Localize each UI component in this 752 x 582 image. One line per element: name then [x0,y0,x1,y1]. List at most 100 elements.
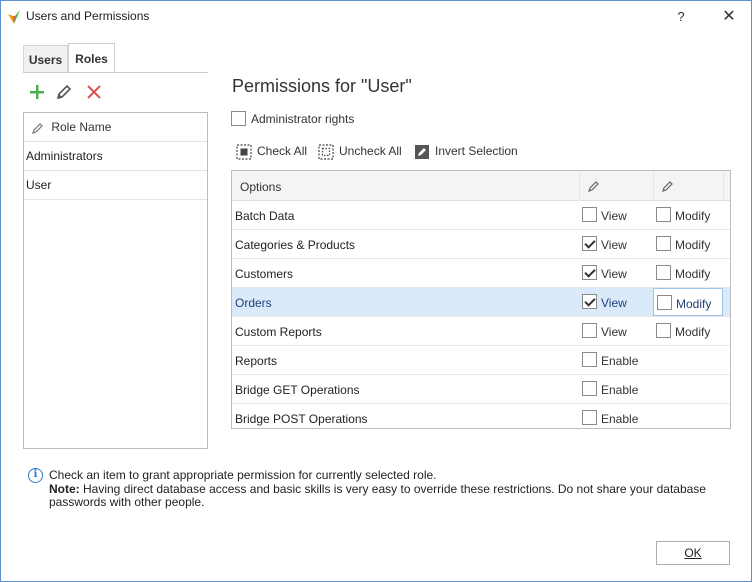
view-permission-checkbox[interactable] [582,236,597,251]
modify-permission-checkbox[interactable] [656,207,671,222]
ok-button[interactable]: OK [656,541,730,565]
role-name-header: Role Name [51,120,112,134]
edit-role-button[interactable] [53,81,75,103]
view-permission-checkbox[interactable] [582,352,597,367]
permission-row[interactable]: Customers View Modify [232,259,730,288]
invert-selection-icon [415,144,429,159]
permission-label: Reports [235,354,278,368]
view-permission-label: View [601,209,627,223]
view-permission-cell: Enable [579,375,653,403]
app-logo-icon [7,9,21,25]
modify-permission-cell: Modify [653,259,723,287]
view-permission-checkbox[interactable] [582,207,597,222]
view-permission-checkbox[interactable] [582,294,597,309]
close-button[interactable]: ✕ [718,7,740,27]
dialog-window: Users and Permissions ? ✕ Users Roles Ro… [0,0,752,582]
modify-permission-cell: Modify [653,230,723,258]
invert-selection-label: Invert Selection [435,144,518,158]
info-icon: i [28,468,43,483]
permission-row[interactable]: Batch Data View Modify [232,201,730,230]
pencil-icon [32,122,43,134]
permission-label: Orders [235,296,272,310]
pencil-icon [588,180,600,195]
tab-roles[interactable]: Roles [68,43,115,73]
permission-label: Batch Data [235,209,295,223]
tab-users[interactable]: Users [23,45,68,73]
view-permission-label: Enable [601,412,639,426]
modify-permission-label: Modify [676,297,712,311]
permission-row[interactable]: Custom Reports View Modify [232,317,730,346]
view-permission-cell: Enable [579,346,653,374]
uncheck-all-label: Uncheck All [339,144,402,158]
column-divider [723,171,724,201]
check-all-label: Check All [257,144,308,158]
role-list-header: Role Name [24,113,207,142]
note-text: Having direct database access and basic … [49,482,706,509]
add-role-button[interactable] [26,81,48,103]
admin-rights-checkbox[interactable] [231,111,246,126]
close-icon [87,85,101,99]
view-permission-label: View [601,325,627,339]
uncheck-all-button[interactable]: Uncheck All [318,141,402,161]
modify-permission-label: Modify [675,238,711,252]
window-title: Users and Permissions [26,9,150,23]
permission-row[interactable]: Bridge POST Operations Enable [232,404,730,428]
plus-icon [30,85,44,99]
modify-permission-label: Modify [675,209,711,223]
modify-permission-cell: Modify [653,201,723,229]
column-divider [653,171,654,201]
modify-permission-cell: Modify [653,317,723,345]
permission-label: Custom Reports [235,325,322,339]
view-permission-checkbox[interactable] [582,265,597,280]
admin-rights-label: Administrator rights [251,112,355,126]
view-permission-cell: View [579,288,653,316]
view-permission-label: View [601,238,627,252]
view-permission-cell: View [579,201,653,229]
options-column-header: Options [240,180,282,194]
title-bar: Users and Permissions ? ✕ [1,1,751,32]
permission-label: Bridge GET Operations [235,383,360,397]
modify-permission-checkbox[interactable] [656,323,671,338]
modify-permission-checkbox[interactable] [657,295,672,310]
view-permission-checkbox[interactable] [582,381,597,396]
selection-toolbar: Check All Uncheck All Invert Selection [236,141,536,161]
modify-permission-cell: Modify [653,288,723,316]
modify-permission-checkbox[interactable] [656,265,671,280]
note-label: Note: [49,482,80,496]
role-row-administrators[interactable]: Administrators [24,142,207,171]
column-divider [579,171,580,201]
modify-permission-label: Modify [675,325,711,339]
view-permission-label: Enable [601,354,639,368]
info-text: Check an item to grant appropriate permi… [49,468,437,482]
ok-label: OK [684,546,702,560]
view-permission-label: View [601,267,627,281]
view-permission-cell: View [579,317,653,345]
view-permission-cell: View [579,230,653,258]
permission-row[interactable]: Orders View Modify [232,288,730,317]
view-permission-label: View [601,296,627,310]
check-all-button[interactable]: Check All [236,141,307,161]
view-permission-checkbox[interactable] [582,410,597,425]
invert-selection-button[interactable]: Invert Selection [414,141,518,161]
permission-row[interactable]: Categories & Products View Modify [232,230,730,259]
check-all-icon [236,144,252,160]
pencil-icon [662,180,674,195]
view-permission-label: Enable [601,383,639,397]
view-permission-checkbox[interactable] [582,323,597,338]
tab-divider [23,72,208,73]
role-list: Role Name Administrators User [23,112,208,449]
permission-row[interactable]: Reports Enable [232,346,730,375]
modify-permission-checkbox[interactable] [656,236,671,251]
permissions-grid: Options Batch Data View Modify Categories &… [231,170,731,429]
help-button[interactable]: ? [670,7,692,27]
delete-role-button[interactable] [83,81,105,103]
modify-permission-label: Modify [675,267,711,281]
permission-label: Customers [235,267,294,281]
permissions-title: Permissions for "User" [232,76,412,96]
role-row-user[interactable]: User [24,171,207,200]
pencil-icon [56,84,72,100]
permission-row[interactable]: Bridge GET Operations Enable [232,375,730,404]
view-permission-cell: Enable [579,404,653,428]
grid-header: Options [232,171,730,201]
view-permission-cell: View [579,259,653,287]
